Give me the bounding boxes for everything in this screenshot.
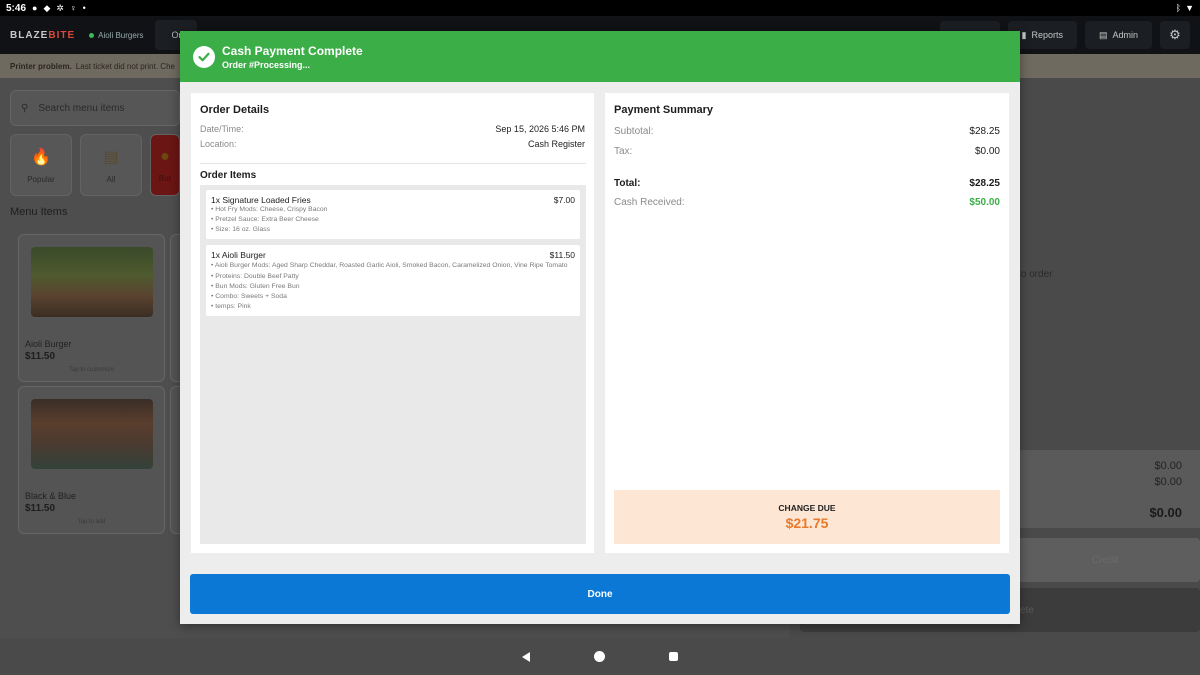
home-icon[interactable] [594,651,605,662]
brand-logo: BLAZEBITE [10,29,76,41]
category-popular[interactable]: 🔥 Popular [10,134,72,196]
back-icon[interactable] [522,651,530,662]
cash-received-value: $50.00 [969,197,1000,208]
item-modifier: • Proteins: Double Beef Patty [211,273,299,280]
divider [200,163,586,164]
item-name: 1x Signature Loaded Fries [211,195,311,205]
location-value: Cash Register [527,139,585,149]
check-circle-icon [193,45,215,68]
check-circle-icon: ● [32,2,38,13]
empty-order-hint: to order [1018,269,1053,280]
location-label: Location: [200,139,237,149]
item-price: $11.50 [549,250,575,260]
item-modifier: • Aioli Burger Mods: Aged Sharp Cheddar,… [211,262,568,269]
admin-button[interactable]: ▤ Admin [1084,21,1152,49]
status-bar: 5:46 ● ◆ ✲ ♀ • ᛒ ▼ [0,0,1200,16]
online-dot-icon [89,32,95,38]
credit-button[interactable]: Credit [1010,538,1200,582]
subtotal-value: $28.25 [969,126,1000,137]
search-input[interactable]: ⚲ Search menu items [10,90,180,126]
tax-value: $0.00 [974,146,1000,157]
item-modifier: • Combo: Sweets + Soda [211,293,287,300]
payment-summary-title: Payment Summary [614,104,714,116]
change-due-box: CHANGE DUE $21.75 [614,490,1000,544]
bluetooth-icon: ᛒ [1175,2,1182,13]
system-nav-bar [0,638,1200,675]
recent-apps-icon[interactable] [669,652,678,661]
order-item: 1x Signature Loaded Fries $7.00 • Hot Fr… [206,190,580,239]
change-due-value: $21.75 [785,515,829,531]
item-modifier: • Size: 16 oz. Glass [211,226,271,233]
payment-summary-panel: Payment Summary Subtotal: $28.25 Tax: $0… [605,93,1009,553]
search-icon: ⚲ [21,102,29,114]
dialog-subtitle: Order #Processing... [222,59,311,70]
section-title: Menu Items [10,206,68,218]
settings-button[interactable]: ⚙ [1160,21,1190,49]
fire-icon: 🔥 [31,148,51,166]
order-item: 1x Aioli Burger $11.50 • Aioli Burger Mo… [206,245,580,316]
total-label: Total: [614,178,641,189]
total-value: $28.25 [969,178,1000,189]
order-details-title: Order Details [200,104,270,116]
cash-received-label: Cash Received: [614,197,685,208]
category-all[interactable]: ▤ All [80,134,142,196]
menu-item-card[interactable]: Black & Blue $11.50 Tap to add [18,386,165,534]
item-price: $7.00 [553,195,575,205]
gear-icon: ⚙ [1169,27,1181,42]
settings-icon: ✲ [56,2,64,13]
payment-complete-dialog: Cash Payment Complete Order #Processing.… [180,31,1020,624]
burger-icon: ● [160,147,170,165]
store-indicator: Aioli Burgers [89,31,143,40]
order-details-panel: Order Details Date/Time: Sep 15, 2026 5:… [191,93,594,553]
clipboard-icon: ▤ [103,148,119,166]
menu-item-image [31,399,153,469]
item-name: 1x Aioli Burger [211,250,266,260]
change-due-label: CHANGE DUE [778,503,836,513]
date-label: Date/Time: [200,124,244,134]
order-items-title: Order Items [200,170,257,181]
subtotal-label: Subtotal: [614,126,654,137]
menu-item-image [31,247,153,317]
shield-icon: ◆ [43,2,51,13]
category-burgers[interactable]: ● Bur [150,134,180,196]
dialog-title: Cash Payment Complete [222,43,363,58]
item-modifier: • Pretzel Sauce: Extra Beer Cheese [211,216,319,223]
date-value: Sep 15, 2026 5:46 PM [495,124,585,134]
item-modifier: • Bun Mods: Gluten Free Bun [211,283,300,290]
status-time: 5:46 [6,2,27,14]
done-button[interactable]: Done [190,574,1010,614]
menu-item-card[interactable]: Aioli Burger $11.50 Tap to customize [18,234,165,382]
item-modifier: • temps: Pink [211,303,251,310]
dialog-header: Cash Payment Complete Order #Processing.… [180,31,1020,82]
chart-icon: ▮ [1021,29,1027,40]
wifi-icon: ▼ [1185,2,1194,13]
tax-label: Tax: [614,146,633,157]
admin-icon: ▤ [1098,29,1108,40]
dot-icon: • [82,2,86,13]
item-modifier: • Hot Fry Mods: Cheese, Crispy Bacon [211,206,328,213]
location-icon: ♀ [69,2,77,13]
order-items-list: 1x Signature Loaded Fries $7.00 • Hot Fr… [200,185,586,544]
